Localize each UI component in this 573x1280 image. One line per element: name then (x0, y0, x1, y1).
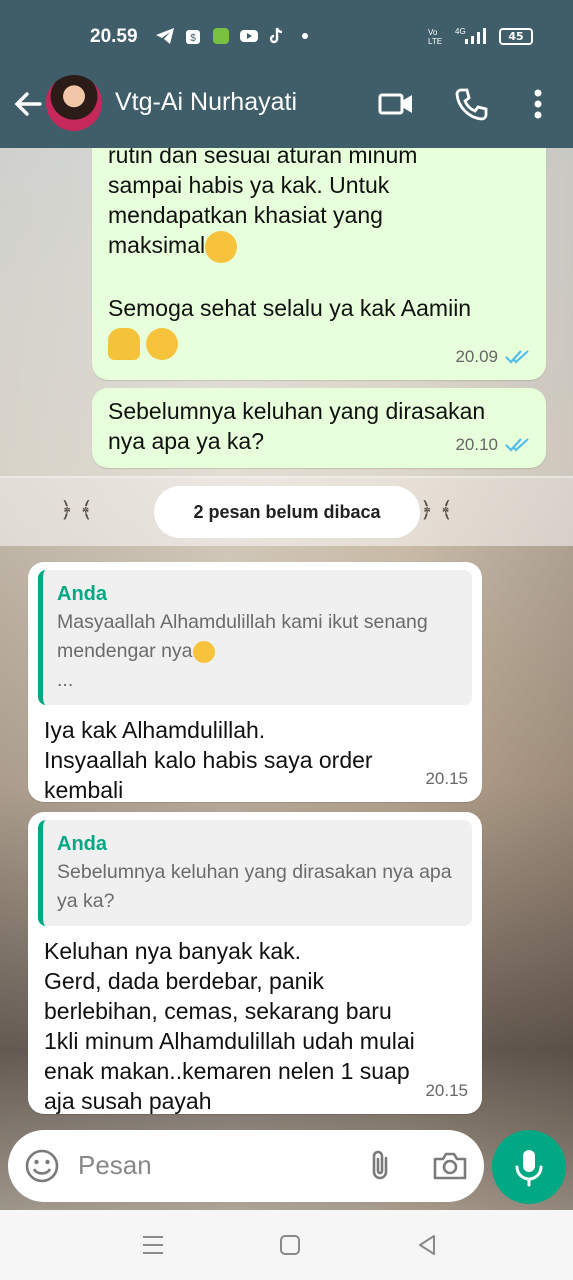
youtube-icon (240, 30, 258, 42)
home-icon[interactable] (277, 1232, 303, 1258)
mic-icon (515, 1150, 543, 1187)
quoted-message[interactable]: Anda Sebelumnya keluhan yang dirasakan n… (38, 820, 472, 926)
video-call-icon[interactable] (377, 85, 415, 123)
double-check-icon (505, 438, 529, 452)
message-input-bar[interactable]: Pesan (8, 1130, 484, 1202)
status-bar: 20.59 $ Vo LTE 4G 45 (0, 0, 573, 70)
smiling-face-emoji (205, 230, 238, 263)
camera-icon[interactable] (432, 1148, 468, 1184)
message-time: 20.10 (455, 435, 498, 454)
emoji-icon[interactable] (24, 1148, 60, 1184)
message-partial-line: rutin dan sesuai aturan minum (108, 148, 418, 168)
more-vert-icon[interactable] (520, 85, 558, 123)
outgoing-message[interactable]: Sebelumnya keluhan yang dirasakan nya ap… (92, 388, 546, 468)
raised-hands-emoji (108, 327, 140, 360)
incoming-message[interactable]: Anda Masyaallah Alhamdulillah kami ikut … (28, 562, 482, 803)
message-time: 20.15 (425, 769, 468, 788)
recent-apps-icon[interactable] (140, 1232, 166, 1258)
unread-messages-banner: 2 pesan belum dibaca (154, 486, 420, 538)
phone-icon[interactable] (452, 85, 490, 123)
chat-header: Vtg-Ai Nurhayati (0, 70, 573, 148)
network-label: 4G (455, 27, 466, 36)
wallpaper-decoration: ﴿ ﴾ (60, 498, 93, 523)
status-time: 20.59 (90, 26, 138, 47)
hugging-face-emoji (146, 327, 179, 360)
quote-author: Anda (57, 833, 107, 855)
svg-text:Vo: Vo (428, 28, 438, 37)
quoted-message[interactable]: Anda Masyaallah Alhamdulillah kami ikut … (38, 570, 472, 705)
message-text: Keluhan nya banyak kak. Gerd, dada berde… (44, 938, 415, 1114)
signal-icon: 4G (455, 27, 486, 44)
message-meta: 20.15 (425, 764, 468, 794)
message-time: 20.09 (455, 347, 498, 366)
message-text-2: Semoga sehat selalu ya kak Aamiin (108, 294, 472, 321)
mic-button[interactable] (492, 1130, 566, 1204)
outgoing-message[interactable]: rutin dan sesuai aturan minum sampai hab… (92, 148, 546, 380)
quote-text: Sebelumnya keluhan yang dirasakan nya ap… (57, 861, 452, 912)
message-meta: 20.15 (425, 1076, 468, 1106)
message-time: 20.15 (425, 1081, 468, 1100)
hugging-face-emoji (192, 640, 215, 663)
shop-icon: $ (186, 30, 200, 44)
quote-author: Anda (57, 583, 107, 605)
notification-icons: $ (155, 27, 315, 45)
message-meta: 20.09 (455, 342, 532, 372)
quote-ellipsis: ... (57, 669, 74, 691)
system-indicators: Vo LTE 4G 45 (427, 27, 533, 45)
double-check-icon (505, 350, 529, 364)
telegram-icon (156, 28, 174, 44)
paperclip-icon[interactable] (362, 1148, 398, 1184)
contact-name[interactable]: Vtg-Ai Nurhayati (115, 88, 297, 117)
wallpaper-decoration: ﴿ ﴾ (420, 498, 453, 523)
svg-text:$: $ (190, 33, 196, 44)
arrow-left-icon[interactable] (12, 88, 44, 120)
battery-indicator: 45 (499, 27, 533, 45)
incoming-message[interactable]: Anda Sebelumnya keluhan yang dirasakan n… (28, 812, 482, 1114)
chat-area[interactable]: ﴿ ﴾ ﴿ ﴾ rutin dan sesuai aturan minum sa… (0, 148, 573, 1210)
message-input[interactable]: Pesan (78, 1150, 152, 1181)
avatar[interactable] (46, 75, 102, 131)
tiktok-icon (269, 27, 283, 44)
tokopedia-icon (213, 28, 229, 44)
back-nav-icon[interactable] (414, 1232, 440, 1258)
system-navigation-bar (0, 1210, 573, 1280)
quote-text: Masyaallah Alhamdulillah kami ikut senan… (57, 611, 428, 662)
volte-icon: VoLTE (428, 28, 442, 45)
message-meta: 20.10 (455, 430, 532, 460)
message-text: sampai habis ya kak. Untuk mendapatkan k… (108, 172, 390, 258)
svg-text:LTE: LTE (428, 37, 442, 45)
dot-icon (302, 33, 308, 39)
